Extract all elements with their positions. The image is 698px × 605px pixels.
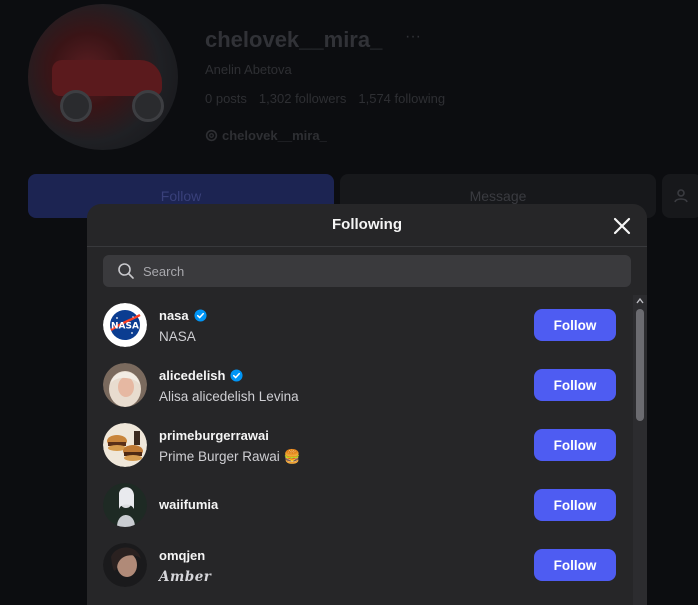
profile-username: chelovek__mira_ [205,27,383,52]
username-text: waiifumia [159,497,219,512]
scrollbar[interactable] [633,295,647,605]
search-field[interactable] [103,255,631,287]
username-text: omqjen [159,548,206,563]
account-full-name: NASA [159,329,196,344]
svg-text:NASA: NASA [111,322,139,332]
account-full-name: Alisa alicedelish Levina [159,389,299,404]
search-icon [118,263,134,279]
follow-button[interactable]: Follow [534,369,616,401]
follow-button[interactable]: Follow [534,309,616,341]
threads-handle: chelovek__mira_ [222,128,327,143]
search-input[interactable] [141,262,625,280]
following-link[interactable]: 1,574 following [358,91,445,106]
username-text: primeburgerrawai [159,428,269,443]
account-full-name: Prime Burger Rawai 🍔 [159,449,301,464]
account-username[interactable]: omqjen [159,548,205,563]
list-item[interactable]: alicedelish Alisa alicedelish Levina Fol… [87,355,633,415]
username-text: nasa [159,308,189,323]
list-item[interactable]: omqjen 𝑨𝒎𝒃𝒆𝒓 Follow [87,535,633,595]
avatar[interactable] [103,363,147,407]
profile-avatar[interactable] [28,4,178,150]
username-text: alicedelish [159,368,226,383]
profile-full-name: Anelin Abetova [205,62,292,77]
verified-badge-icon [194,309,207,322]
list-item[interactable]: primeburgerrawai Prime Burger Rawai 🍔 Fo… [87,415,633,475]
account-username[interactable]: nasa [159,308,207,323]
follow-button[interactable]: Follow [534,489,616,521]
dialog-header: Following [87,204,647,247]
avatar[interactable] [103,423,147,467]
follow-button[interactable]: Follow [534,549,616,581]
followers-link[interactable]: 1,302 followers [259,91,346,106]
scroll-up-arrow-icon[interactable] [636,297,644,305]
account-full-name: 𝑨𝒎𝒃𝒆𝒓 [159,569,212,585]
scrollbar-thumb[interactable] [636,309,644,421]
avatar[interactable] [103,543,147,587]
posts-count: 0 posts [205,91,247,106]
close-icon[interactable] [611,215,633,237]
account-username[interactable]: waiifumia [159,497,218,512]
profile-photo [103,363,147,407]
profile-photo [103,483,147,527]
list-item[interactable]: waiifumia Follow [87,475,633,535]
following-dialog: Following NASA nasa [87,204,647,605]
list-item[interactable]: NASA nasa NASA Follow [87,295,633,355]
threads-link[interactable]: chelovek__mira_ [205,128,327,143]
threads-icon [205,129,218,142]
follow-button[interactable]: Follow [534,429,616,461]
account-username[interactable]: primeburgerrawai [159,428,269,443]
car-wheel [132,90,164,122]
dialog-title: Following [332,216,402,233]
profile-stats: 0 posts 1,302 followers 1,574 following [205,91,445,106]
account-username[interactable]: alicedelish [159,368,244,383]
car-wheel [60,90,92,122]
profile-photo [103,423,147,467]
avatar[interactable] [103,483,147,527]
following-list: NASA nasa NASA Follow alicedelish Alisa … [87,295,633,605]
add-user-button[interactable] [662,174,698,218]
verified-badge-icon [230,369,244,382]
more-options-icon[interactable]: ··· [405,28,421,46]
avatar[interactable]: NASA [103,303,147,347]
add-user-icon [674,189,688,203]
profile-photo [103,543,147,587]
nasa-logo-avatar: NASA [103,303,147,347]
